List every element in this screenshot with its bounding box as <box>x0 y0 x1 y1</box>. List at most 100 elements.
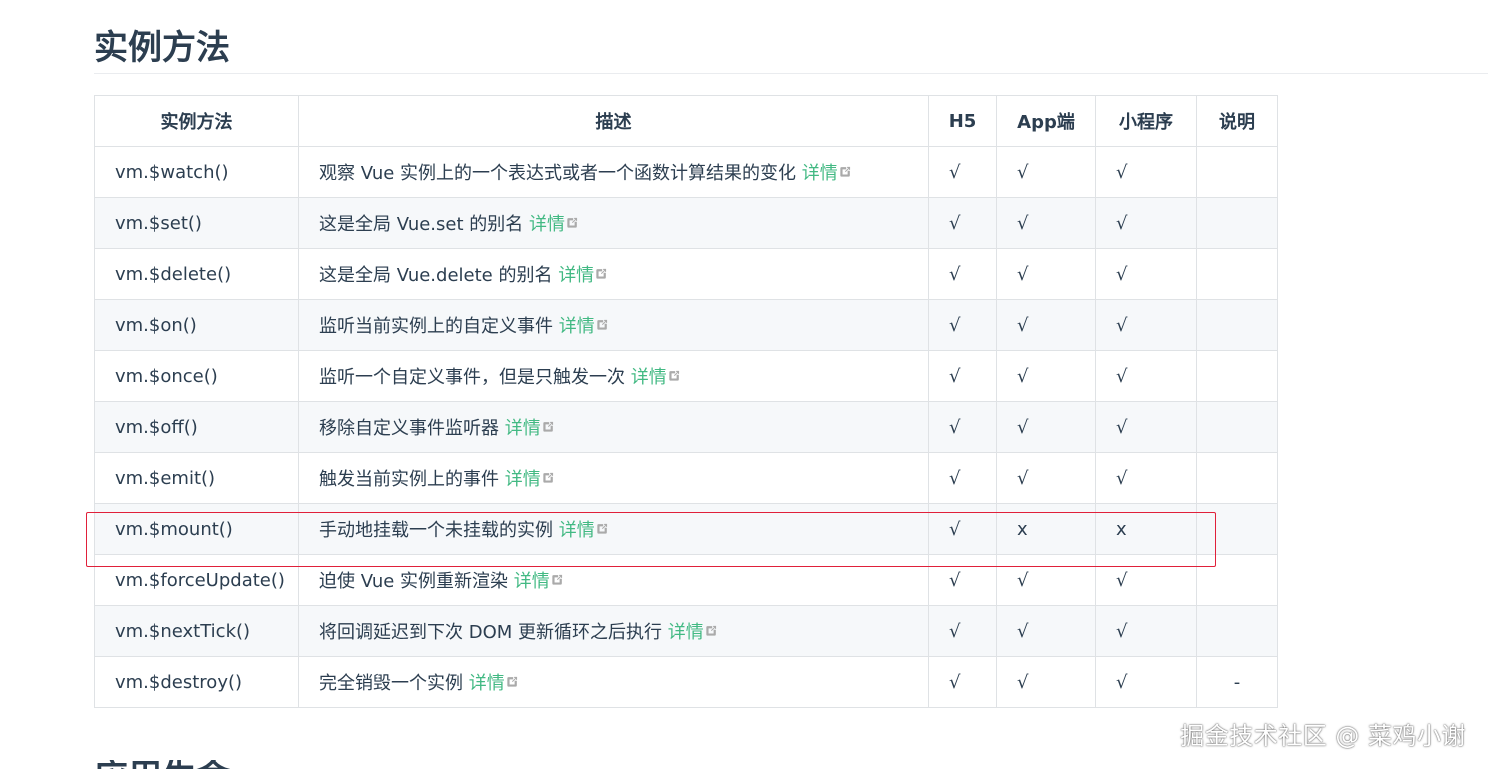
method-cell: vm.$on() <box>94 299 299 351</box>
note-cell: - <box>1196 656 1278 708</box>
details-link[interactable]: 详情 <box>529 214 579 235</box>
method-cell: vm.$set() <box>94 197 299 249</box>
details-link[interactable]: 详情 <box>505 418 555 439</box>
table-header-row: 实例方法 描述 H5 App端 小程序 说明 <box>94 95 1278 147</box>
description-cell: 监听当前实例上的自定义事件 详情 <box>298 299 929 351</box>
details-link-label: 详情 <box>558 265 595 286</box>
app-support-cell: √ <box>996 605 1096 657</box>
external-link-icon <box>506 672 519 693</box>
description-text: 监听当前实例上的自定义事件 <box>319 316 553 337</box>
h5-support-cell: √ <box>928 248 997 300</box>
details-link[interactable]: 详情 <box>469 673 519 694</box>
external-link-icon <box>542 468 555 489</box>
header-method: 实例方法 <box>94 95 299 147</box>
note-cell <box>1196 554 1278 606</box>
table-row: vm.$on() 监听当前实例上的自定义事件 详情 √ √ √ <box>94 299 1278 351</box>
details-link-label: 详情 <box>558 520 595 541</box>
table-row: vm.$mount() 手动地挂载一个未挂载的实例 详情 √ x x <box>94 503 1278 555</box>
method-cell: vm.$nextTick() <box>94 605 299 657</box>
header-description: 描述 <box>298 95 929 147</box>
miniprogram-support-cell: √ <box>1095 248 1197 300</box>
description-cell: 手动地挂载一个未挂载的实例 详情 <box>298 503 929 555</box>
h5-support-cell: √ <box>928 146 997 198</box>
details-link[interactable]: 详情 <box>559 520 609 541</box>
details-link-label: 详情 <box>513 571 550 592</box>
h5-support-cell: √ <box>928 452 997 504</box>
details-link-label: 详情 <box>558 316 595 337</box>
description-cell: 移除自定义事件监听器 详情 <box>298 401 929 453</box>
note-cell <box>1196 350 1278 402</box>
details-link[interactable]: 详情 <box>668 622 718 643</box>
details-link[interactable]: 详情 <box>631 367 681 388</box>
table-row: vm.$once() 监听一个自定义事件，但是只触发一次 详情 √ √ √ <box>94 350 1278 402</box>
table-row: vm.$watch() 观察 Vue 实例上的一个表达式或者一个函数计算结果的变化… <box>94 146 1278 198</box>
miniprogram-support-cell: √ <box>1095 146 1197 198</box>
app-support-cell: √ <box>996 350 1096 402</box>
method-cell: vm.$off() <box>94 401 299 453</box>
description-text: 将回调延迟到下次 DOM 更新循环之后执行 <box>319 622 663 643</box>
app-support-cell: √ <box>996 452 1096 504</box>
method-cell: vm.$once() <box>94 350 299 402</box>
note-cell <box>1196 401 1278 453</box>
miniprogram-support-cell: √ <box>1095 605 1197 657</box>
description-cell: 完全销毁一个实例 详情 <box>298 656 929 708</box>
miniprogram-support-cell: √ <box>1095 452 1197 504</box>
external-link-icon <box>705 621 718 642</box>
note-cell <box>1196 197 1278 249</box>
miniprogram-support-cell: x <box>1095 503 1197 555</box>
app-support-cell: x <box>996 503 1096 555</box>
description-cell: 这是全局 Vue.delete 的别名 详情 <box>298 248 929 300</box>
h5-support-cell: √ <box>928 350 997 402</box>
table-row: vm.$off() 移除自定义事件监听器 详情 √ √ √ <box>94 401 1278 453</box>
description-cell: 将回调延迟到下次 DOM 更新循环之后执行 详情 <box>298 605 929 657</box>
details-link[interactable]: 详情 <box>558 265 608 286</box>
h5-support-cell: √ <box>928 503 997 555</box>
external-link-icon <box>668 366 681 387</box>
miniprogram-support-cell: √ <box>1095 401 1197 453</box>
description-text: 移除自定义事件监听器 <box>319 418 499 439</box>
details-link-label: 详情 <box>504 469 541 490</box>
h5-support-cell: √ <box>928 605 997 657</box>
doc-page: 实例方法 实例方法 描述 H5 App端 小程序 说明 vm.$watch() 观… <box>0 0 1488 769</box>
h5-support-cell: √ <box>928 197 997 249</box>
note-cell <box>1196 452 1278 504</box>
miniprogram-support-cell: √ <box>1095 197 1197 249</box>
description-cell: 这是全局 Vue.set 的别名 详情 <box>298 197 929 249</box>
h5-support-cell: √ <box>928 656 997 708</box>
details-link[interactable]: 详情 <box>514 571 564 592</box>
details-link-label: 详情 <box>468 673 505 694</box>
description-cell: 监听一个自定义事件，但是只触发一次 详情 <box>298 350 929 402</box>
note-cell <box>1196 503 1278 555</box>
note-cell <box>1196 248 1278 300</box>
method-cell: vm.$emit() <box>94 452 299 504</box>
header-app: App端 <box>996 95 1096 147</box>
note-cell <box>1196 605 1278 657</box>
method-cell: vm.$mount() <box>94 503 299 555</box>
external-link-icon <box>542 417 555 438</box>
miniprogram-support-cell: √ <box>1095 350 1197 402</box>
table-row: vm.$delete() 这是全局 Vue.delete 的别名 详情 √ √ √ <box>94 248 1278 300</box>
table-row: vm.$nextTick() 将回调延迟到下次 DOM 更新循环之后执行 详情 √ √… <box>94 605 1278 657</box>
method-cell: vm.$destroy() <box>94 656 299 708</box>
description-text: 监听一个自定义事件，但是只触发一次 <box>319 367 625 388</box>
table-row: vm.$forceUpdate() 迫使 Vue 实例重新渲染 详情 √ √ √ <box>94 554 1278 606</box>
method-cell: vm.$watch() <box>94 146 299 198</box>
description-cell: 观察 Vue 实例上的一个表达式或者一个函数计算结果的变化 详情 <box>298 146 929 198</box>
description-cell: 迫使 Vue 实例重新渲染 详情 <box>298 554 929 606</box>
method-cell: vm.$forceUpdate() <box>94 554 299 606</box>
external-link-icon <box>566 213 579 234</box>
section-title: 实例方法 <box>94 28 230 68</box>
app-support-cell: √ <box>996 248 1096 300</box>
details-link[interactable]: 详情 <box>505 469 555 490</box>
note-cell <box>1196 146 1278 198</box>
details-link[interactable]: 详情 <box>802 163 852 184</box>
miniprogram-support-cell: √ <box>1095 299 1197 351</box>
external-link-icon <box>595 264 608 285</box>
instance-methods-table: 实例方法 描述 H5 App端 小程序 说明 vm.$watch() 观察 Vue… <box>94 95 1278 708</box>
description-text: 完全销毁一个实例 <box>319 673 463 694</box>
description-text: 手动地挂载一个未挂载的实例 <box>319 520 553 541</box>
h5-support-cell: √ <box>928 299 997 351</box>
miniprogram-support-cell: √ <box>1095 554 1197 606</box>
details-link-label: 详情 <box>630 367 667 388</box>
details-link[interactable]: 详情 <box>559 316 609 337</box>
